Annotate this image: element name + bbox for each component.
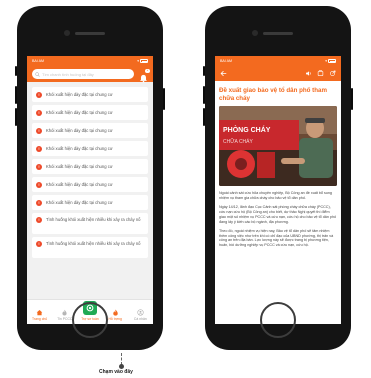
user-icon [137, 309, 144, 316]
fire-icon [62, 309, 67, 316]
status-bar: BAI AM ▾ [215, 56, 341, 66]
alert-icon: ! [36, 109, 42, 116]
alert-icon: ! [36, 127, 42, 134]
status-bar: BAI AM ▾ [27, 56, 153, 66]
notification-badge: + [145, 68, 150, 73]
notification-button[interactable]: + [139, 68, 150, 83]
speaker [263, 32, 293, 35]
list-item[interactable]: ! Tình huống khói xuất hiện nhiều khi xảy… [32, 213, 148, 234]
wifi-icon: ▾ [137, 59, 139, 63]
callout-label: Chạm vào đây [99, 369, 133, 375]
back-arrow-icon[interactable] [220, 70, 227, 77]
phone-right: BAI AM ▾ Đề xuất giao bảo vệ tổ dân phố … [203, 6, 353, 350]
tab-profile[interactable]: Cá nhân [128, 309, 152, 321]
header: BAI AM ▾ Tìm chanh tình huống tại đây + [27, 56, 153, 83]
home-icon [36, 309, 43, 316]
article-paragraph: Theo đó, ngoài nhiệm vụ hiện nay, Bảo vệ… [219, 228, 334, 248]
list-item[interactable]: ! Khói xuất hiện dày đặc tại chung cư [32, 141, 148, 156]
battery-icon [140, 59, 148, 63]
list-item[interactable]: ! Tình huống khói xuất hiện nhiều khi xảy… [32, 237, 148, 258]
header: BAI AM ▾ [215, 56, 341, 81]
search-icon [35, 71, 40, 77]
alert-icon: ! [36, 91, 42, 98]
alert-icon: ! [36, 199, 42, 206]
camera [252, 30, 258, 36]
speaker-icon[interactable] [305, 70, 312, 77]
battery-icon [328, 59, 336, 63]
bookmark-icon[interactable] [317, 70, 324, 77]
article-screen: BAI AM ▾ Đề xuất giao bảo vệ tổ dân phố … [215, 56, 341, 324]
alert-icon: ! [36, 241, 42, 247]
search-placeholder: Tìm chanh tình huống tại đây [42, 71, 94, 77]
carrier-label: BAI AM [220, 59, 232, 63]
alert-icon: ! [36, 163, 42, 170]
svg-text:CHỮA CHÁY: CHỮA CHÁY [223, 138, 253, 145]
search-input[interactable]: Tìm chanh tình huống tại đây [32, 69, 134, 79]
home-button[interactable] [72, 302, 108, 338]
svg-text:PHÒNG CHÁY: PHÒNG CHÁY [223, 125, 271, 134]
list-item[interactable]: ! Khói xuất hiện dày đặc tại chung cư [32, 195, 148, 210]
bell-icon [140, 74, 147, 83]
phone-left: BAI AM ▾ Tìm chanh tình huống tại đây + … [15, 6, 165, 350]
wifi-icon: ▾ [325, 59, 327, 63]
list-item[interactable]: ! Khói xuất hiện dày đặc tại chung cư [32, 159, 148, 174]
article-paragraph: Ngày 14/12, lãnh đạo Cục Cảnh sát phòng … [219, 205, 337, 224]
carrier-label: BAI AM [32, 59, 44, 63]
camera [64, 30, 70, 36]
article-paragraph: Ngoài cảnh sát cứu hỏa chuyên nghiệp, Bộ… [219, 191, 332, 201]
tab-home[interactable]: Trang chủ [28, 309, 52, 321]
list-item[interactable]: ! Khói xuất hiện dày đặc tại chung cư [32, 87, 148, 102]
speaker [75, 32, 105, 35]
share-icon[interactable] [329, 70, 336, 77]
list-item[interactable]: ! Khói xuất hiện dày đặc tại chung cư [32, 177, 148, 192]
alert-icon: ! [36, 145, 42, 152]
firefighter-photo: PHÒNG CHÁY CHỮA CHÁY [219, 106, 337, 187]
article-title: Đề xuất giao bảo vệ tổ dân phố tham chữa… [219, 87, 327, 102]
flame-icon [112, 309, 118, 316]
alert-icon: ! [36, 181, 42, 188]
situation-list: ! Khói xuất hiện dày đặc tại chung cư ! Kh… [27, 82, 153, 258]
alert-icon: ! [36, 217, 42, 223]
list-screen: BAI AM ▾ Tìm chanh tình huống tại đây + … [27, 56, 153, 324]
article-photo: PHÒNG CHÁY CHỮA CHÁY [219, 106, 337, 187]
article-body: Đề xuất giao bảo vệ tổ dân phố tham chữa… [215, 81, 341, 324]
list-item[interactable]: ! Khói xuất hiện dày đặc tại chung cư [32, 123, 148, 138]
home-button[interactable] [260, 302, 296, 338]
list-item[interactable]: ! Khói xuất hiện dày đặc tại chung cư [32, 105, 148, 120]
